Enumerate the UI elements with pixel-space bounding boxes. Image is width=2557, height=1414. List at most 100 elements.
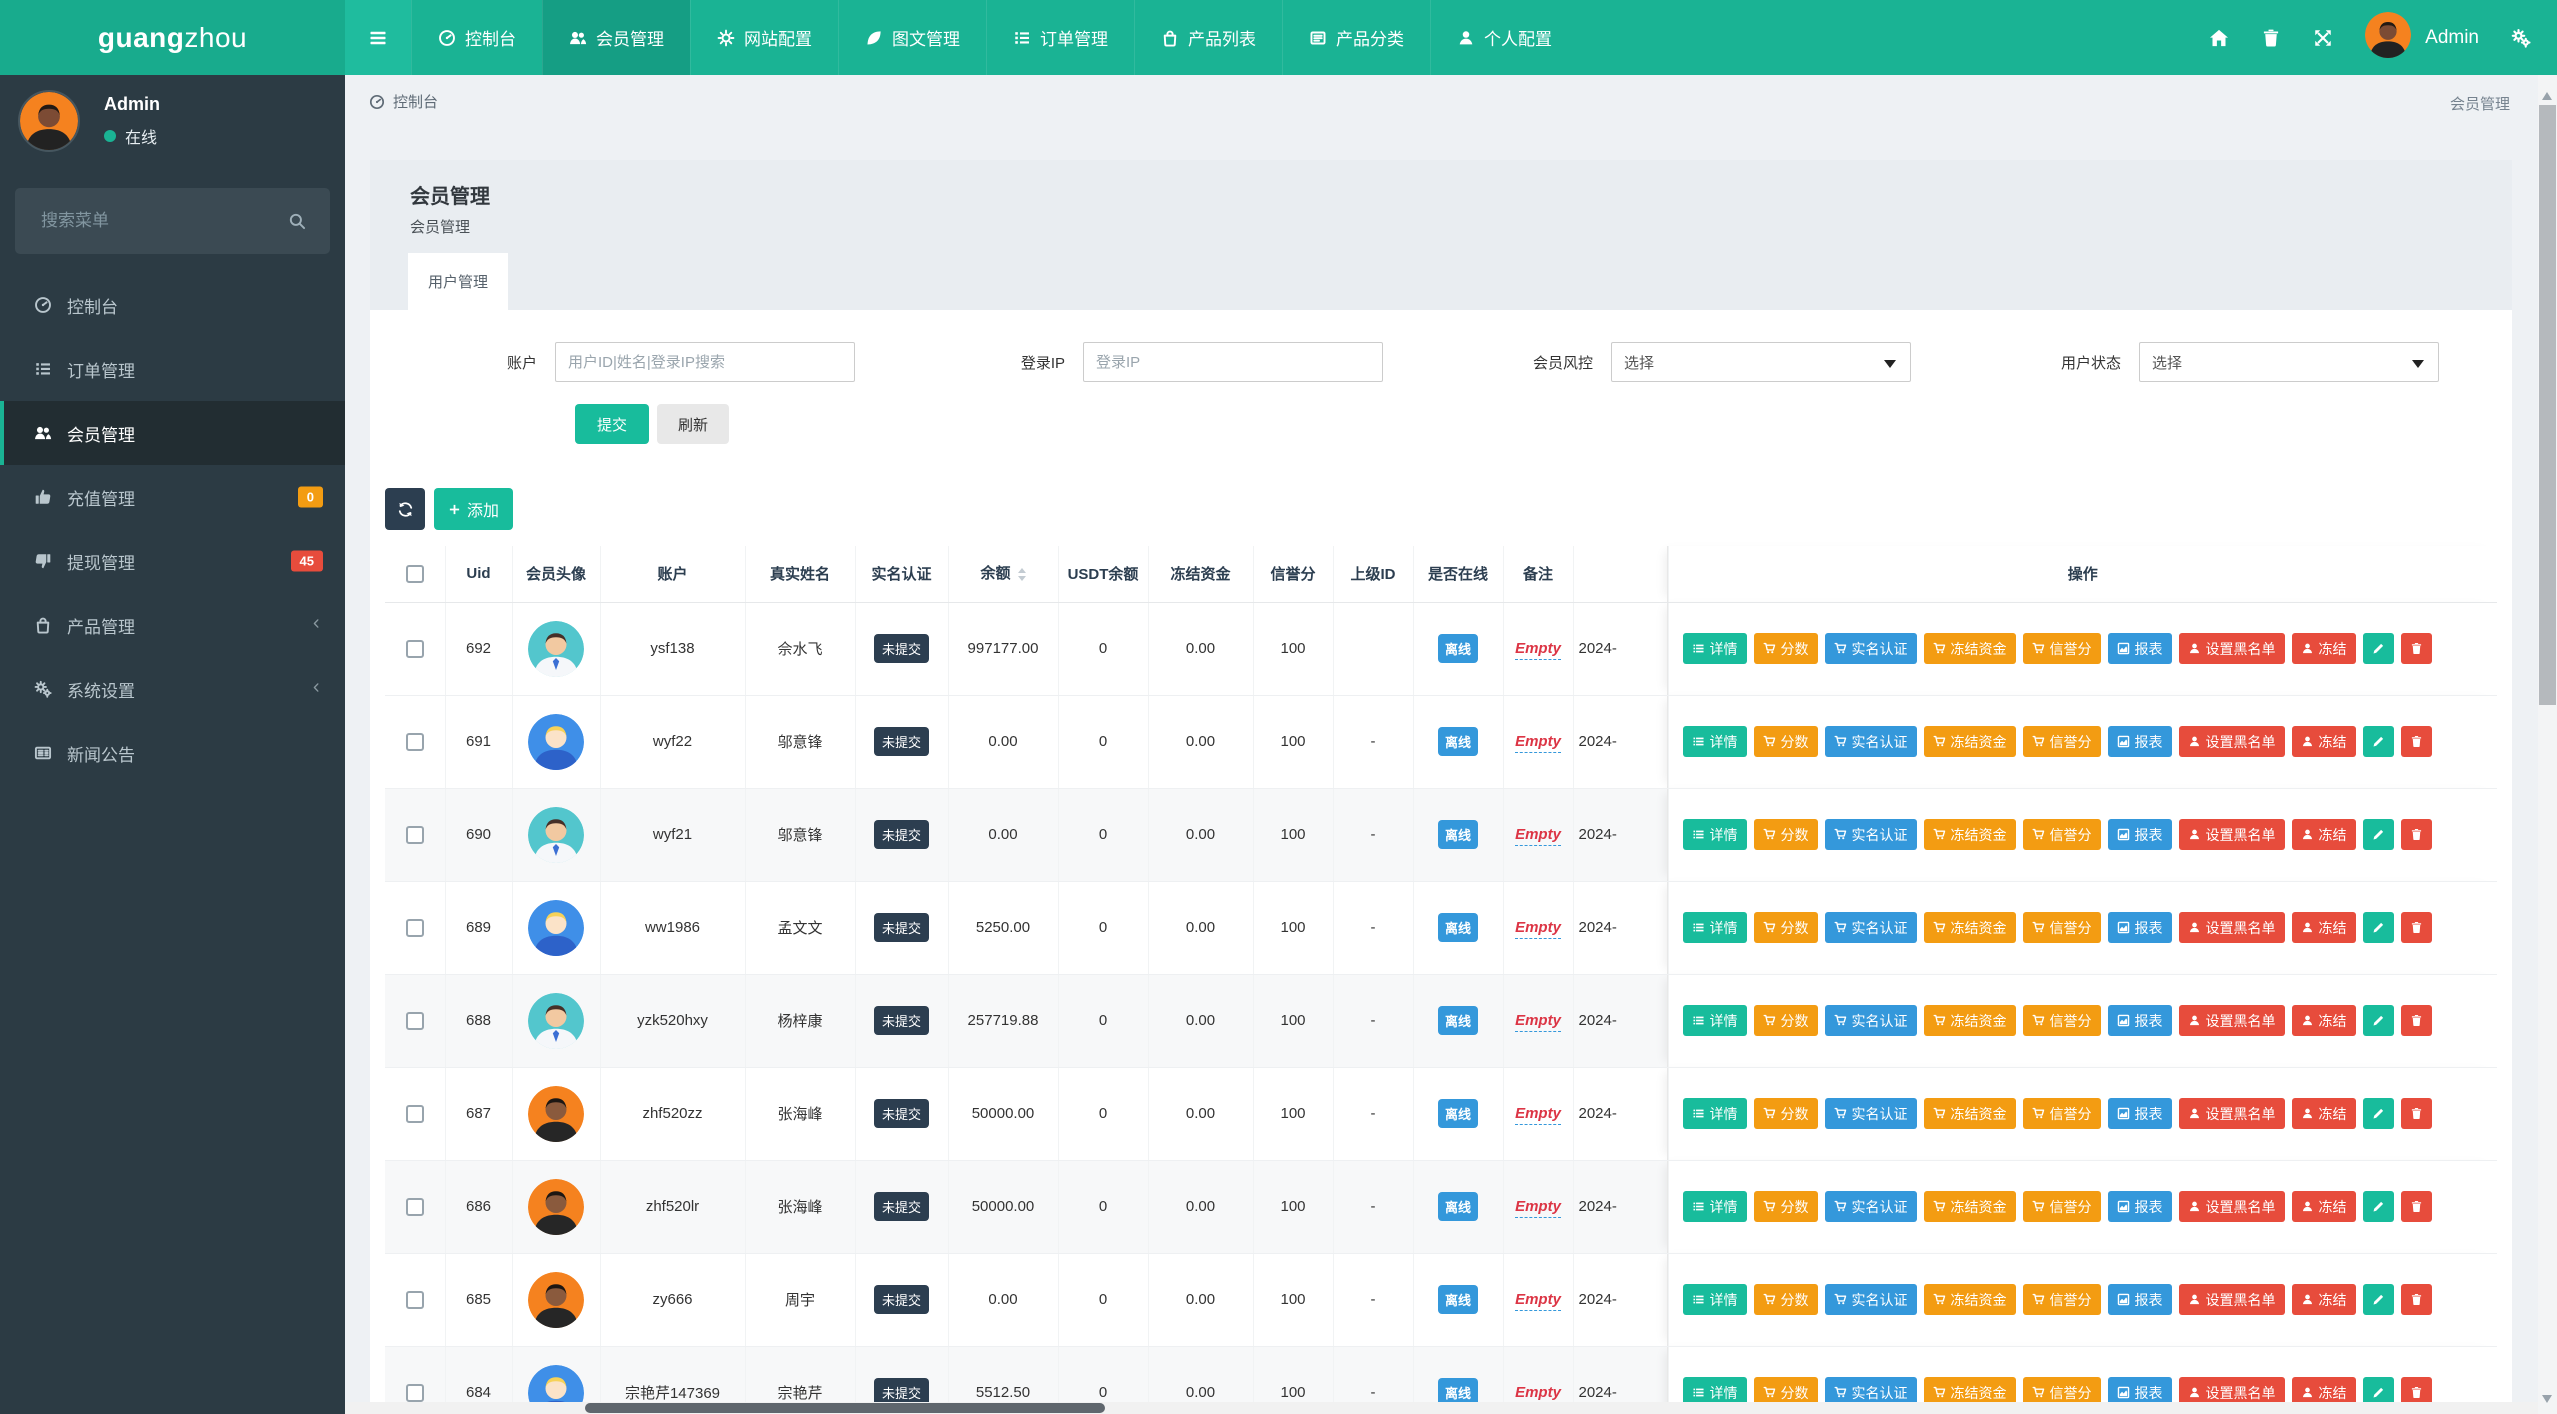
credit-score-button[interactable]: 信誉分 [2022,1098,2101,1129]
realname-verify-button[interactable]: 实名认证 [1824,633,1917,664]
score-button[interactable]: 分数 [1753,819,1818,850]
freeze-funds-button[interactable]: 冻结资金 [1923,1005,2016,1036]
vertical-scrollbar[interactable] [2538,75,2557,1414]
freeze-button[interactable]: 冻结 [2291,1191,2356,1222]
row-checkbox[interactable] [405,1011,424,1030]
scroll-down-arrow[interactable] [2542,1395,2552,1408]
remark-link[interactable]: Empty [1515,640,1561,660]
delete-button[interactable] [2400,1284,2432,1315]
sidebar-item-members[interactable]: 会员管理 [0,401,345,465]
horizontal-scrollbar[interactable] [345,1402,2538,1414]
detail-button[interactable]: 详情 [1682,912,1747,943]
sidebar-item-withdraw[interactable]: 提现管理 45 [0,529,345,593]
set-blacklist-button[interactable]: 设置黑名单 [2178,1284,2285,1315]
detail-button[interactable]: 详情 [1682,1005,1747,1036]
freeze-button[interactable]: 冻结 [2291,633,2356,664]
credit-score-button[interactable]: 信誉分 [2022,1377,2101,1402]
freeze-button[interactable]: 冻结 [2291,819,2356,850]
col-header[interactable]: 余额 [948,546,1059,603]
remark-link[interactable]: Empty [1515,1012,1561,1032]
score-button[interactable]: 分数 [1753,1005,1818,1036]
score-button[interactable]: 分数 [1753,1377,1818,1402]
delete-button[interactable] [2400,1191,2432,1222]
realname-verify-button[interactable]: 实名认证 [1824,1005,1917,1036]
set-blacklist-button[interactable]: 设置黑名单 [2178,726,2285,757]
row-checkbox[interactable] [405,1104,424,1123]
sidebar-toggle-button[interactable] [345,0,411,75]
freeze-button[interactable]: 冻结 [2291,1284,2356,1315]
delete-button[interactable] [2400,912,2432,943]
realname-verify-button[interactable]: 实名认证 [1824,912,1917,943]
edit-button[interactable] [2362,819,2394,850]
set-blacklist-button[interactable]: 设置黑名单 [2178,819,2285,850]
remark-link[interactable]: Empty [1515,1384,1561,1402]
select-all-checkbox[interactable] [405,564,424,583]
add-member-button[interactable]: 添加 [434,488,514,530]
nav-item-product-category[interactable]: 产品分类 [1282,0,1430,75]
nav-item-site-config[interactable]: 网站配置 [690,0,838,75]
delete-button[interactable] [2400,1005,2432,1036]
set-blacklist-button[interactable]: 设置黑名单 [2178,1098,2285,1129]
sidebar-item-products[interactable]: 产品管理 [0,593,345,657]
row-checkbox[interactable] [405,825,424,844]
edit-button[interactable] [2362,633,2394,664]
detail-button[interactable]: 详情 [1682,819,1747,850]
detail-button[interactable]: 详情 [1682,1191,1747,1222]
nav-item-product-list[interactable]: 产品列表 [1134,0,1282,75]
score-button[interactable]: 分数 [1753,1284,1818,1315]
vertical-scrollbar-thumb[interactable] [2539,105,2556,705]
nav-item-media[interactable]: 图文管理 [838,0,986,75]
report-button[interactable]: 报表 [2107,726,2172,757]
delete-button[interactable] [2400,726,2432,757]
fullscreen-icon[interactable] [2313,28,2333,48]
sidebar-item-recharge[interactable]: 充值管理 0 [0,465,345,529]
trash-icon[interactable] [2261,28,2281,48]
delete-button[interactable] [2400,1098,2432,1129]
scroll-up-arrow[interactable] [2542,87,2552,100]
detail-button[interactable]: 详情 [1682,1377,1747,1402]
score-button[interactable]: 分数 [1753,912,1818,943]
credit-score-button[interactable]: 信誉分 [2022,1005,2101,1036]
realname-verify-button[interactable]: 实名认证 [1824,1098,1917,1129]
nav-item-members[interactable]: 会员管理 [542,0,690,75]
realname-verify-button[interactable]: 实名认证 [1824,819,1917,850]
reload-table-button[interactable] [385,488,425,530]
user-status-select[interactable]: 选择 [2139,342,2439,382]
set-blacklist-button[interactable]: 设置黑名单 [2178,912,2285,943]
delete-button[interactable] [2400,1377,2432,1402]
report-button[interactable]: 报表 [2107,1377,2172,1402]
set-blacklist-button[interactable]: 设置黑名单 [2178,1005,2285,1036]
credit-score-button[interactable]: 信誉分 [2022,819,2101,850]
edit-button[interactable] [2362,1191,2394,1222]
edit-button[interactable] [2362,912,2394,943]
report-button[interactable]: 报表 [2107,1191,2172,1222]
login-ip-input[interactable] [1083,342,1383,382]
row-checkbox[interactable] [405,1290,424,1309]
remark-link[interactable]: Empty [1515,826,1561,846]
row-checkbox[interactable] [405,918,424,937]
detail-button[interactable]: 详情 [1682,726,1747,757]
set-blacklist-button[interactable]: 设置黑名单 [2178,1191,2285,1222]
row-checkbox[interactable] [405,732,424,751]
admin-menu[interactable]: Admin [2365,12,2479,63]
row-checkbox[interactable] [405,1197,424,1216]
detail-button[interactable]: 详情 [1682,633,1747,664]
report-button[interactable]: 报表 [2107,1005,2172,1036]
horizontal-scrollbar-thumb[interactable] [585,1403,1105,1413]
score-button[interactable]: 分数 [1753,726,1818,757]
realname-verify-button[interactable]: 实名认证 [1824,1191,1917,1222]
edit-button[interactable] [2362,1377,2394,1402]
breadcrumb[interactable]: 控制台 [369,91,438,112]
edit-button[interactable] [2362,1284,2394,1315]
delete-button[interactable] [2400,633,2432,664]
sidebar-item-orders[interactable]: 订单管理 [0,337,345,401]
report-button[interactable]: 报表 [2107,912,2172,943]
freeze-funds-button[interactable]: 冻结资金 [1923,726,2016,757]
detail-button[interactable]: 详情 [1682,1098,1747,1129]
credit-score-button[interactable]: 信誉分 [2022,912,2101,943]
realname-verify-button[interactable]: 实名认证 [1824,726,1917,757]
brand-logo[interactable]: guang zhou [0,0,345,75]
sort-icon[interactable] [1017,564,1026,585]
credit-score-button[interactable]: 信誉分 [2022,633,2101,664]
freeze-button[interactable]: 冻结 [2291,726,2356,757]
